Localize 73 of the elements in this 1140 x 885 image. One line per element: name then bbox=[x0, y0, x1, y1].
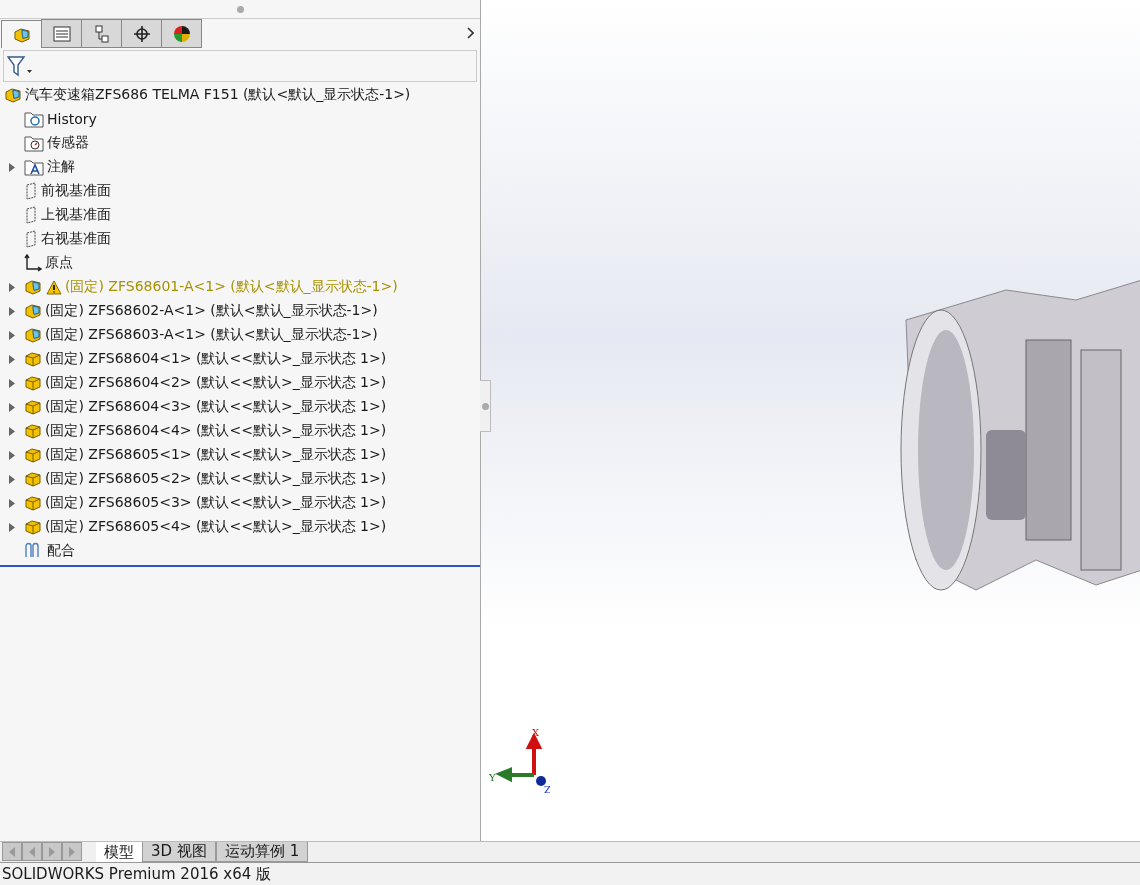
axis-label: Z bbox=[544, 784, 550, 795]
tree-item-label[interactable]: (固定) ZFS68604<2> (默认<<默认>_显示状态 1>) bbox=[45, 374, 387, 392]
expand-arrow-icon[interactable] bbox=[9, 522, 15, 532]
sheet-tab[interactable]: 3D 视图 bbox=[142, 842, 216, 862]
panel-tab[interactable] bbox=[161, 19, 202, 48]
tree-item-label[interactable]: (固定) ZFS68604<1> (默认<<默认>_显示状态 1>) bbox=[45, 350, 387, 368]
arrow-left-icon bbox=[8, 846, 16, 857]
tree-item-label[interactable]: (固定) ZFS68604<3> (默认<<默认>_显示状态 1>) bbox=[45, 398, 387, 416]
tree-item-label[interactable]: (固定) ZFS68604<4> (默认<<默认>_显示状态 1>) bbox=[45, 422, 387, 440]
filter-icon[interactable] bbox=[7, 55, 33, 77]
crosshair-icon bbox=[132, 24, 151, 43]
part-icon bbox=[24, 422, 42, 440]
tree-item-label[interactable]: 注解 bbox=[47, 158, 75, 176]
tree-item-label[interactable]: (固定) ZFS68605<1> (默认<<默认>_显示状态 1>) bbox=[45, 446, 387, 464]
tree-item-label[interactable]: 前视基准面 bbox=[41, 182, 111, 200]
chevron-right-icon[interactable] bbox=[467, 26, 474, 39]
part-icon bbox=[24, 446, 42, 464]
tree-item-label[interactable]: 传感器 bbox=[47, 134, 89, 152]
expand-arrow-icon[interactable] bbox=[9, 162, 15, 172]
expand-arrow-icon[interactable] bbox=[9, 282, 15, 292]
part-icon bbox=[24, 398, 42, 416]
part-icon bbox=[24, 518, 42, 536]
expand-arrow-icon[interactable] bbox=[9, 306, 15, 316]
part-icon bbox=[24, 470, 42, 488]
sensor-folder-icon bbox=[24, 134, 44, 152]
axis-label: Y bbox=[489, 772, 496, 783]
assembly-icon bbox=[4, 86, 22, 104]
color-ball-icon bbox=[172, 24, 191, 43]
expand-arrow-icon[interactable] bbox=[9, 426, 15, 436]
sheet-tab[interactable]: 运动算例 1 bbox=[215, 842, 309, 862]
tree-item-label[interactable]: (固定) ZFS68605<3> (默认<<默认>_显示状态 1>) bbox=[45, 494, 387, 512]
history-folder-icon bbox=[24, 110, 44, 128]
part-icon bbox=[24, 374, 42, 392]
status-text: SOLIDWORKS Premium 2016 x64 版 bbox=[2, 864, 272, 884]
tree-item-label[interactable]: 原点 bbox=[45, 254, 73, 272]
tree-item-label[interactable]: History bbox=[47, 111, 97, 127]
panel-collapse-handle[interactable] bbox=[480, 380, 491, 432]
tree-item-label[interactable]: (固定) ZFS68605<2> (默认<<默认>_显示状态 1>) bbox=[45, 470, 387, 488]
plane-icon bbox=[24, 206, 38, 224]
expand-arrow-icon[interactable] bbox=[9, 474, 15, 484]
plane-icon bbox=[24, 182, 38, 200]
sheet-tab[interactable]: 模型 bbox=[96, 842, 142, 862]
panel-tab[interactable] bbox=[121, 19, 162, 48]
tree-item-label[interactable]: 右视基准面 bbox=[41, 230, 111, 248]
expand-arrow-icon[interactable] bbox=[9, 378, 15, 388]
origin-icon bbox=[24, 254, 42, 272]
tree-item-label: 汽车变速箱ZFS686 TELMA F151 (默认<默认_显示状态-1>) bbox=[25, 86, 411, 104]
plane-icon bbox=[24, 230, 38, 248]
expand-arrow-icon[interactable] bbox=[9, 402, 15, 412]
tree-item[interactable]: 汽车变速箱ZFS686 TELMA F151 (默认<默认_显示状态-1>) bbox=[0, 83, 480, 107]
tree-item-label[interactable]: 配合 bbox=[47, 542, 75, 560]
part-icon bbox=[24, 494, 42, 512]
arrow-right-icon bbox=[48, 846, 56, 857]
tree-item-label[interactable]: 上视基准面 bbox=[41, 206, 111, 224]
expand-arrow-icon[interactable] bbox=[9, 354, 15, 364]
annotation-folder-icon bbox=[24, 158, 44, 176]
assembly-icon bbox=[24, 326, 42, 344]
assembly-icon bbox=[12, 25, 31, 44]
warning-icon bbox=[46, 279, 62, 295]
assembly-icon bbox=[24, 302, 42, 320]
arrow-right-icon bbox=[68, 846, 76, 857]
tree-item-label[interactable]: (固定) ZFS68605<4> (默认<<默认>_显示状态 1>) bbox=[45, 518, 387, 536]
assembly-icon bbox=[24, 278, 42, 296]
tree-item-label[interactable]: (固定) ZFS68602-A<1> (默认<默认_显示状态-1>) bbox=[45, 302, 378, 320]
tree-structure-icon bbox=[93, 24, 110, 43]
tree-item-label[interactable]: (固定) ZFS68603-A<1> (默认<默认_显示状态-1>) bbox=[45, 326, 378, 344]
list-icon bbox=[52, 25, 71, 42]
expand-arrow-icon[interactable] bbox=[9, 330, 15, 340]
part-icon bbox=[24, 350, 42, 368]
arrow-left-icon bbox=[28, 846, 36, 857]
expand-arrow-icon[interactable] bbox=[9, 450, 15, 460]
expand-arrow-icon[interactable] bbox=[9, 498, 15, 508]
panel-grip[interactable] bbox=[236, 5, 244, 13]
